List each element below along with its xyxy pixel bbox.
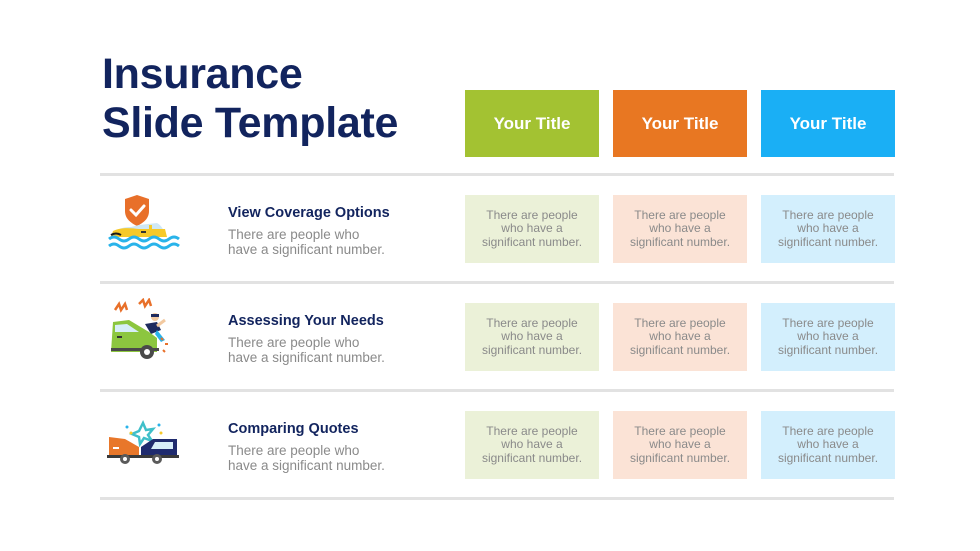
divider [100,173,894,176]
divider [100,497,894,500]
cell-text-line: significant number. [777,342,879,357]
cell-text-line: who have a [797,221,859,236]
cell-text-line: There are people [782,315,874,330]
cell-text-line: There are people [634,315,726,330]
car-accident-pedestrian-icon [111,298,168,359]
cell-text-line: There are people [486,207,578,222]
cell-text-line: who have a [797,437,859,452]
flooded-car-shield-icon [108,195,180,250]
cell-text-line: significant number. [481,342,583,357]
row-title: View Coverage Options [228,205,390,221]
row-description: There are people who have a significant … [228,443,428,473]
cell-text-line: who have a [501,221,563,236]
cell-text-line: who have a [797,329,859,344]
car-collision-icon [107,420,179,464]
slide-title-line-2: Slide Template [102,99,399,147]
divider [100,389,894,392]
table-cell: There are people who have a significant nu… [761,195,895,263]
cell-text-line: who have a [649,437,711,452]
cell-text-line: who have a [501,437,563,452]
cell-text-line: There are people [782,207,874,222]
row-description-line: There are people who [228,335,360,350]
table-cell: There are people who have a significant nu… [761,411,895,479]
divider [100,281,894,284]
table-cell: There are people who have a significant nu… [613,303,747,371]
column-header-2: Your Title [613,90,747,157]
column-header-3: Your Title [761,90,895,157]
row-description-line: There are people who [228,227,360,242]
table-cell: There are people who have a significant nu… [613,411,747,479]
cell-text-line: There are people [486,423,578,438]
row-description-line: have a significant number. [228,242,385,257]
cell-text-line: significant number. [777,450,879,465]
cell-text-line: significant number. [777,234,879,249]
cell-text-line: There are people [486,315,578,330]
cell-text-line: There are people [782,423,874,438]
cell-text-line: There are people [634,207,726,222]
row-description: There are people who have a significant … [228,335,428,365]
table-cell: There are people who have a significant nu… [465,195,599,263]
cell-text-line: significant number. [629,342,731,357]
table-cell: There are people who have a significant nu… [613,195,747,263]
slide-title-line-1: Insurance [102,50,303,98]
row-title: Assessing Your Needs [228,313,384,329]
cell-text-line: who have a [649,329,711,344]
table-cell: There are people who have a significant nu… [761,303,895,371]
cell-text-line: significant number. [629,450,731,465]
cell-text-line: who have a [501,329,563,344]
cell-text-line: who have a [649,221,711,236]
cell-text-line: significant number. [629,234,731,249]
row-description-line: have a significant number. [228,458,385,473]
cell-text-line: There are people [634,423,726,438]
cell-text-line: significant number. [481,450,583,465]
slide-title: Insurance Slide Template [102,50,398,148]
column-header-1: Your Title [465,90,599,157]
table-cell: There are people who have a significant nu… [465,303,599,371]
cell-text-line: significant number. [481,234,583,249]
row-description: There are people who have a significant … [228,227,428,257]
row-description-line: have a significant number. [228,350,385,365]
row-description-line: There are people who [228,443,360,458]
table-cell: There are people who have a significant nu… [465,411,599,479]
row-title: Comparing Quotes [228,421,359,437]
